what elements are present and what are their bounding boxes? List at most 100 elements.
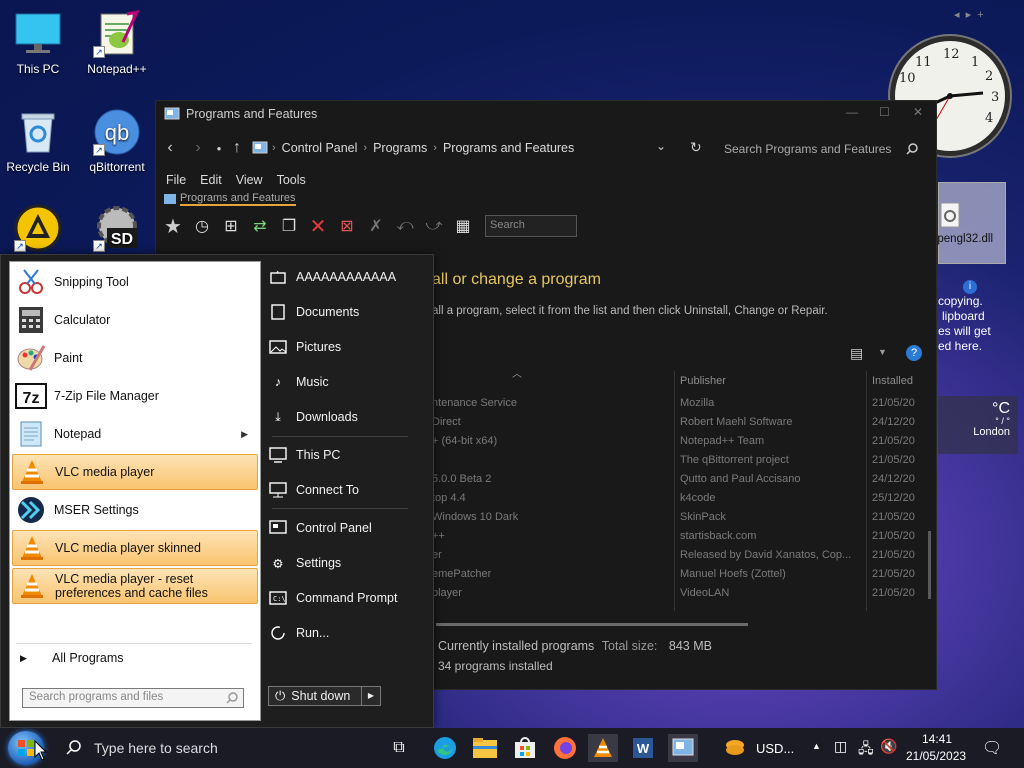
delete-icon[interactable]: ✕ [305,213,331,239]
horizontal-scrollbar-thumb[interactable] [436,623,748,626]
desktop-icon-notepadpp[interactable]: ↗ Notepad++ [77,9,157,76]
maximize-button[interactable]: ☐ [879,105,890,119]
vlc-taskbar-icon[interactable] [588,734,618,762]
start-search-input[interactable]: Search programs and files [22,688,244,708]
shutdown-button[interactable]: ⏻ Shut down ▶ [268,686,381,706]
program-mser-settings[interactable]: MSER Settings [12,492,258,528]
forward-arrow-icon[interactable]: › [184,139,212,157]
minimize-button[interactable]: — [846,105,858,119]
menu-edit[interactable]: Edit [200,173,222,187]
table-row-name[interactable]: + (64-bit x64) [432,435,497,454]
table-row-name[interactable]: Windows 10 Dark [432,511,518,530]
copy-arrows-icon[interactable]: ⇄ [247,213,273,239]
weather-widget[interactable]: °C ° / ° London [938,396,1018,454]
tools-disabled-icon[interactable]: ✗ [363,213,389,239]
title-bar[interactable]: Programs and Features — ☐ ✕ [156,101,936,127]
table-row-name[interactable]: emePatcher [432,568,491,587]
network-icon[interactable]: 🖧 [858,738,874,762]
file-explorer-icon[interactable] [470,734,500,762]
menu-file[interactable]: File [166,173,186,187]
menu-view[interactable]: View [236,173,263,187]
task-view-icon[interactable]: ⧉ [384,734,414,762]
start-control-panel[interactable]: Control Panel [268,519,372,537]
vertical-scrollbar-thumb[interactable] [928,531,931,599]
list-view-icon[interactable]: ▤ [850,345,863,362]
tray-device-icon[interactable]: ◫ [834,738,847,755]
shutdown-options-arrow[interactable]: ▶ [361,686,381,706]
program-vlc-reset[interactable]: VLC media player - reset preferences and… [12,568,258,604]
refresh-icon[interactable]: ↻ [690,139,702,156]
favorites-star-icon[interactable]: ★ [160,213,186,239]
program-vlc[interactable]: VLC media player [12,454,258,490]
desktop-icon-this-pc[interactable]: This PC [0,10,78,76]
table-row-name[interactable]: Direct [432,416,461,435]
help-icon[interactable]: ? [906,345,922,361]
desktop-icon-recycle-bin[interactable]: Recycle Bin [0,108,78,174]
program-vlc-skinned[interactable]: VLC media player skinned [12,530,258,566]
firefox-icon[interactable] [550,734,580,762]
start-command-prompt[interactable]: C:\ Command Prompt [268,589,397,607]
chevron-down-icon[interactable]: ▼ [878,347,887,357]
column-header-publisher[interactable]: Publisher [680,375,726,387]
close-button[interactable]: ✕ [913,105,923,119]
redo-disabled-icon[interactable]: ⤻ [421,213,447,239]
volume-muted-icon[interactable]: 🔇 [880,738,897,755]
remove-window-icon[interactable]: ⊠ [334,213,360,239]
program-notepad[interactable]: Notepad ▶ [12,416,258,452]
control-panel-taskbar-icon[interactable] [668,734,698,762]
start-documents[interactable]: Documents [268,303,359,321]
table-row-name[interactable]: 5.0.0 Beta 2 [432,473,491,492]
desktop-icon-app-triangle[interactable]: ↗ [0,204,78,256]
start-music[interactable]: ♪ Music [268,373,329,391]
word-icon[interactable]: W [628,734,658,762]
dll-file-tile[interactable]: opengl32.dll [931,182,1006,264]
copy-windows-icon[interactable]: ❐ [276,213,302,239]
start-connect-to[interactable]: Connect To [268,481,359,499]
store-icon[interactable] [510,734,540,762]
shutdown-label: Shut down [291,689,351,703]
gear-icon: ⚙ [272,556,284,571]
currency-widget-icon[interactable] [720,734,750,762]
currency-label[interactable]: USD... [756,741,794,756]
breadcrumb-control-panel[interactable]: Control Panel [282,141,358,155]
program-snipping-tool[interactable]: Snipping Tool [12,264,258,300]
table-row-name[interactable]: ntenance Service [432,397,517,416]
clock-date[interactable]: 21/05/2023 [906,749,966,763]
program-paint[interactable]: Paint [12,340,258,376]
column-header-installed[interactable]: Installed [872,375,913,387]
table-row-name[interactable]: player [432,587,462,606]
search-input[interactable]: Search Programs and Features [724,137,924,161]
all-programs-link[interactable]: All Programs [52,651,124,665]
program-calculator[interactable]: Calculator [12,302,258,338]
up-arrow-icon[interactable]: ↑ [226,139,248,157]
view-options-icon[interactable]: ▦ [450,213,476,239]
edge-icon[interactable] [430,734,460,762]
start-user-name[interactable]: AAAAAAAAAAAA [268,268,396,286]
menu-tools[interactable]: Tools [277,173,306,187]
start-this-pc[interactable]: This PC [268,446,340,464]
windows-flag-icon[interactable]: ⊞ [218,213,244,239]
desktop-icon-qbittorrent[interactable]: qb ↗ qBittorrent [77,108,157,174]
desktop-icon-sd[interactable]: SD ↗ [77,204,157,256]
notification-center-icon[interactable]: 🗨 [982,738,1002,758]
start-run[interactable]: Run... [268,624,329,642]
clock-time[interactable]: 14:41 [922,732,952,746]
breadcrumb-programs-and-features[interactable]: Programs and Features [443,141,574,155]
start-downloads[interactable]: ⤓ Downloads [268,408,358,426]
program-7zip[interactable]: 7z 7-Zip File Manager [12,378,258,414]
chevron-down-icon[interactable]: ⌄ [656,139,666,153]
undo-disabled-icon[interactable]: ⤺ [392,213,418,239]
start-pictures[interactable]: Pictures [268,338,341,356]
toolbar-search-input[interactable]: Search [485,215,577,237]
back-arrow-icon[interactable]: ‹ [156,139,184,157]
breadcrumb-programs[interactable]: Programs [373,141,427,155]
tab-programs-and-features[interactable]: Programs and Features [156,191,936,207]
recent-dot-icon[interactable]: ● [212,144,226,153]
tray-overflow-icon[interactable]: ▲ [812,741,821,751]
taskbar-search-box[interactable]: Type here to search [94,740,218,756]
start-settings[interactable]: ⚙ Settings [268,554,341,572]
widget-nav-arrows[interactable]: ◂ ▸ + [954,8,984,21]
submenu-arrow-icon[interactable]: ▶ [241,429,248,440]
table-row-name[interactable]: top 4.4 [432,492,466,511]
history-clock-icon[interactable]: ◷ [189,213,215,239]
